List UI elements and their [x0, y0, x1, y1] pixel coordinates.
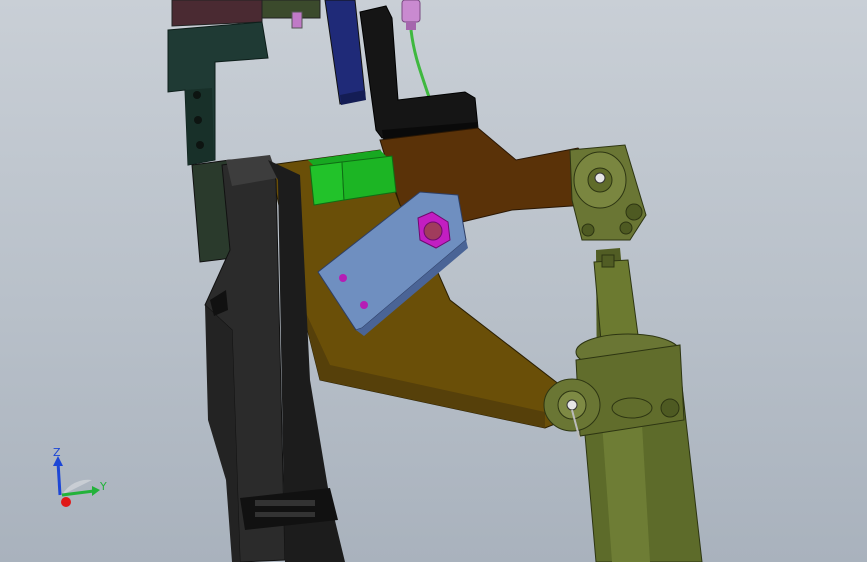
black-clamp-arm[interactable] [359, 5, 479, 139]
upper-clevis[interactable] [569, 144, 647, 268]
cad-model[interactable]: Z Y [0, 0, 867, 562]
connector-block[interactable] [261, 0, 321, 29]
z-axis-label: Z [53, 446, 61, 459]
x-axis-origin [61, 497, 71, 507]
z-axis-arrow [56, 461, 62, 496]
orientation-triad: Z Y [53, 446, 107, 507]
sensor-cable[interactable] [401, 0, 432, 101]
graphics-viewport[interactable]: Z Y [0, 0, 867, 562]
y-axis-label: Y [99, 480, 107, 493]
pneumatic-cylinder[interactable] [543, 144, 703, 562]
upper-dark-plate[interactable] [171, 0, 263, 27]
blue-bar[interactable] [324, 0, 366, 105]
